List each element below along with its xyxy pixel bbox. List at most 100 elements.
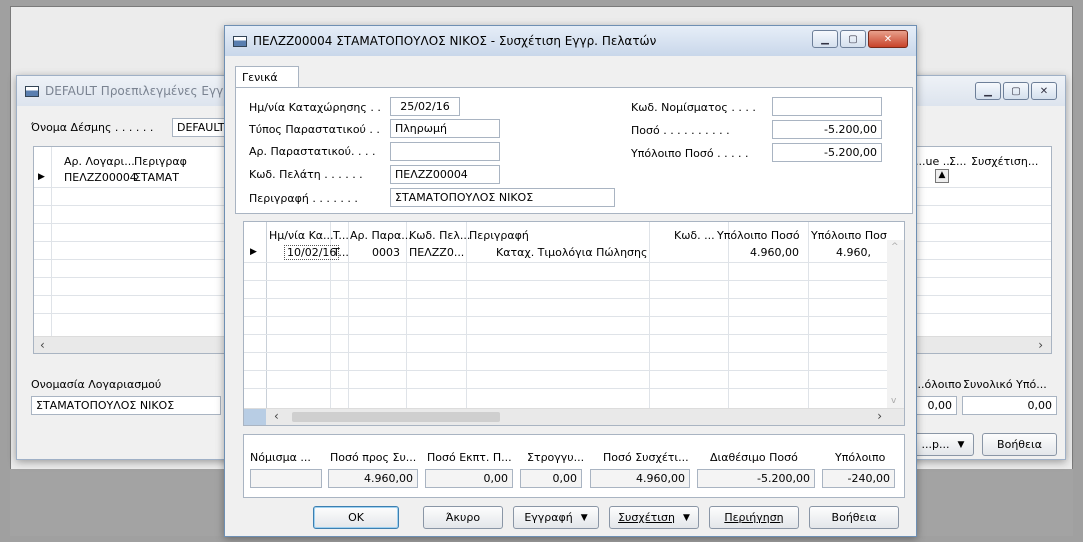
- grid-corner: [244, 409, 266, 425]
- apply-menu-button[interactable]: Συσχέτιση ▼: [609, 506, 699, 529]
- maximize-icon[interactable]: ▢: [840, 30, 866, 48]
- cancel-button[interactable]: Άκυρο: [423, 506, 503, 529]
- posting-date-field[interactable]: 25/02/16: [390, 97, 460, 116]
- totals-balance-field: -240,00: [822, 469, 895, 488]
- apply-menu-label: Συσχέτιση: [618, 511, 675, 524]
- col-header-remaining-amount-2[interactable]: Υπόλοιπο Ποσ: [811, 229, 887, 242]
- balance-label: ...όλοιπο: [914, 378, 962, 391]
- currency-code-label: Κωδ. Νομίσματος . . . .: [631, 101, 756, 114]
- currency-code-field[interactable]: [772, 97, 882, 116]
- col-header-posting-date[interactable]: Ημ/νία Κα...: [269, 229, 334, 242]
- document-number-label: Αρ. Παραστατικού. . . .: [249, 145, 376, 158]
- scroll-right-icon[interactable]: ›: [1038, 338, 1043, 352]
- document-number-field[interactable]: [390, 142, 500, 161]
- remaining-amount-label: Υπόλοιπο Ποσό . . . . .: [631, 147, 749, 160]
- tab-general[interactable]: Γενικά: [235, 66, 299, 88]
- navigate-button-label: Περιήγηση: [724, 511, 784, 524]
- cell-type[interactable]: T...: [333, 246, 349, 259]
- background-h-scrollbar[interactable]: ‹: [34, 336, 232, 353]
- entries-grid[interactable]: Ημ/νία Κα... T... Αρ. Παρα... Κωδ. Πελ..…: [243, 221, 905, 426]
- grid-header-right-2[interactable]: Σ...: [949, 155, 966, 168]
- totals-currency-field: [250, 469, 322, 488]
- entry-button[interactable]: Εγγραφή ▼: [513, 506, 599, 529]
- scroll-left-icon[interactable]: ‹: [40, 338, 45, 352]
- background-right-h-scrollbar[interactable]: ›: [913, 336, 1051, 353]
- totals-header-balance: Υπόλοιπο: [835, 451, 886, 464]
- col-header-doc-no[interactable]: Αρ. Παρα...: [350, 229, 412, 242]
- chevron-down-icon: ▼: [682, 512, 690, 523]
- description-label: Περιγραφή . . . . . . .: [249, 192, 358, 205]
- col-header-remaining-amount[interactable]: Υπόλοιπο Ποσό: [717, 229, 800, 242]
- background-window-title: DEFAULT Προεπιλεγμένες Εγγρ: [45, 84, 231, 98]
- dialog-titlebar[interactable]: ΠΕΛΖΖ00004 ΣΤΑΜΑΤΟΠΟΥΛΟΣ ΝΙΚΟΣ - Συσχέτι…: [225, 26, 916, 56]
- entries-v-scrollbar[interactable]: ^ v: [887, 240, 904, 408]
- posting-date-label: Ημ/νία Καταχώρησης . .: [249, 101, 381, 114]
- customer-apply-dialog[interactable]: ΠΕΛΖΖ00004 ΣΤΑΜΑΤΟΠΟΥΛΟΣ ΝΙΚΟΣ - Συσχέτι…: [224, 25, 917, 537]
- col-header-currency[interactable]: Κωδ. ...: [674, 229, 715, 242]
- background-grid-right[interactable]: ...ue ... Σ... Συσχέτιση... ▲ ›: [912, 146, 1052, 354]
- cell-description[interactable]: Καταχ. Τιμολόγια Πώλησης: [496, 246, 647, 259]
- account-name-field[interactable]: ΣΤΑΜΑΤΟΠΟΥΛΟΣ ΝΙΚΟΣ: [31, 396, 221, 415]
- grid-header-account[interactable]: Αρ. Λογαρι...: [64, 155, 135, 168]
- totals-header-applied-amount: Ποσό Συσχέτι...: [603, 451, 689, 464]
- description-field[interactable]: ΣΤΑΜΑΤΟΠΟΥΛΟΣ ΝΙΚΟΣ: [390, 188, 615, 207]
- ok-button[interactable]: OK: [313, 506, 399, 529]
- document-type-label: Τύπος Παραστατικού . .: [249, 123, 380, 136]
- customer-number-label: Κωδ. Πελάτη . . . . . .: [249, 168, 363, 181]
- background-apply-label: ...p...: [921, 438, 950, 451]
- grid-cell-account[interactable]: ΠΕΛΖΖ00004: [64, 171, 137, 184]
- entries-h-scrollbar[interactable]: ‹ ›: [244, 408, 904, 425]
- dialog-title: ΠΕΛΖΖ00004 ΣΤΑΜΑΤΟΠΟΥΛΟΣ ΝΙΚΟΣ - Συσχέτι…: [253, 34, 657, 48]
- chevron-down-icon: ▼: [580, 512, 588, 523]
- totals-available-amount-field: -5.200,00: [697, 469, 815, 488]
- col-header-description[interactable]: Περιγραφή: [469, 229, 529, 242]
- totals-panel: [243, 434, 905, 498]
- totals-applied-amount-field: 4.960,00: [590, 469, 690, 488]
- grid-header-description[interactable]: Περιγραφ: [134, 155, 187, 168]
- col-header-customer-no[interactable]: Κωδ. Πελ...: [409, 229, 470, 242]
- scroll-up-icon[interactable]: ^: [891, 242, 899, 252]
- totals-header-rounding: Στρογγυ...: [527, 451, 585, 464]
- total-balance-field[interactable]: 0,00: [962, 396, 1057, 415]
- scroll-left-icon[interactable]: ‹: [274, 409, 279, 423]
- background-grid[interactable]: Αρ. Λογαρι... Περιγραφ ▶ ΠΕΛΖΖ00004 ΣΤΑΜ…: [33, 146, 233, 354]
- cell-remaining-amount-2[interactable]: 4.960,: [836, 246, 871, 259]
- customer-number-field[interactable]: ΠΕΛΖΖ00004: [390, 165, 500, 184]
- row-pointer-icon: ▶: [38, 172, 45, 182]
- maximize-icon[interactable]: ▢: [1003, 82, 1029, 100]
- help-button[interactable]: Βοήθεια: [809, 506, 899, 529]
- totals-header-currency: Νόμισμα ...: [250, 451, 311, 464]
- amount-field[interactable]: -5.200,00: [772, 120, 882, 139]
- grid-header-right-1[interactable]: ...ue ...: [915, 155, 953, 168]
- cell-posting-date[interactable]: 10/02/16: [284, 245, 340, 260]
- background-help-button[interactable]: Βοήθεια: [982, 433, 1057, 456]
- cell-doc-no[interactable]: 0003: [372, 246, 400, 259]
- document-type-field[interactable]: Πληρωμή: [390, 119, 500, 138]
- scroll-right-icon[interactable]: ›: [877, 409, 882, 423]
- row-pointer-icon: ▶: [250, 247, 257, 257]
- close-icon[interactable]: ✕: [1031, 82, 1057, 100]
- minimize-icon[interactable]: ▁: [812, 30, 838, 48]
- chevron-down-icon: ▼: [957, 439, 965, 450]
- account-name-label: Ονομασία Λογαριασμού: [31, 378, 162, 391]
- grid-cell-description[interactable]: ΣΤΑΜΑΤ: [134, 171, 179, 184]
- cell-customer-no[interactable]: ΠΕΛΖΖ0...: [409, 246, 464, 259]
- col-header-type[interactable]: T...: [333, 229, 349, 242]
- h-scroll-thumb[interactable]: [292, 412, 500, 422]
- close-icon[interactable]: ✕: [868, 30, 908, 48]
- arrow-up-icon[interactable]: ▲: [935, 169, 949, 183]
- totals-rounding-field: 0,00: [520, 469, 582, 488]
- scroll-down-icon[interactable]: v: [891, 396, 896, 406]
- navigate-button[interactable]: Περιήγηση: [709, 506, 799, 529]
- app-icon: [233, 35, 247, 47]
- cell-remaining-amount[interactable]: 4.960,00: [750, 246, 799, 259]
- minimize-icon[interactable]: ▁: [975, 82, 1001, 100]
- background-apply-button[interactable]: ...p... ▼: [912, 433, 974, 456]
- grid-header-apply[interactable]: Συσχέτιση...: [971, 155, 1038, 168]
- journal-name-field[interactable]: DEFAULT: [172, 118, 227, 137]
- remaining-amount-field[interactable]: -5.200,00: [772, 143, 882, 162]
- totals-header-amount-to-apply: Ποσό προς Συ...: [330, 451, 417, 464]
- app-icon: [25, 85, 39, 97]
- totals-discount-field: 0,00: [425, 469, 513, 488]
- balance-field[interactable]: 0,00: [912, 396, 957, 415]
